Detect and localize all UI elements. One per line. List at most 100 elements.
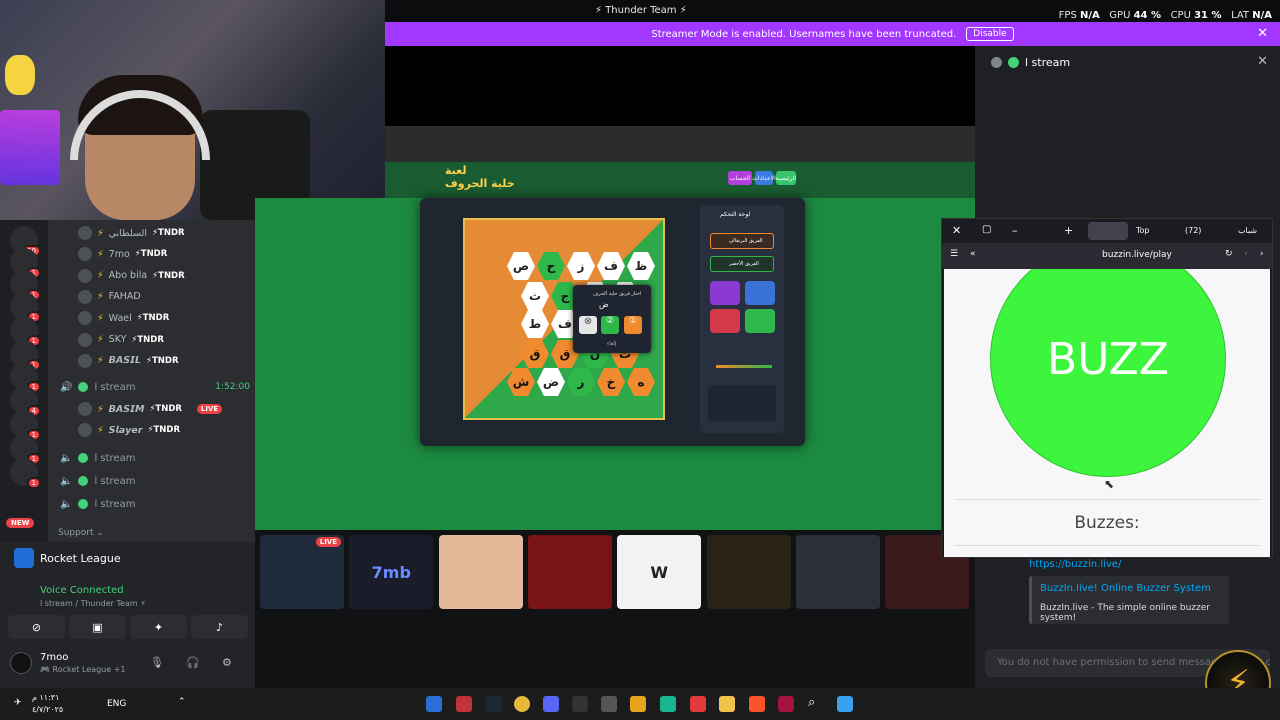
stream-thumbnail[interactable]: W xyxy=(617,535,702,609)
change-letter-button[interactable] xyxy=(745,281,775,305)
brave-taskbar-icon[interactable] xyxy=(749,696,765,712)
embed-title[interactable]: BuzzIn.live! Online Buzzer System xyxy=(1040,583,1211,594)
stream-thumbnail[interactable] xyxy=(438,535,523,609)
search-icon[interactable]: ⌕ xyxy=(808,695,815,710)
gear-icon[interactable]: ⚙ xyxy=(222,656,232,669)
voice-member[interactable]: ⚡ 7mo ⚡TNDR xyxy=(78,245,167,263)
soundboard-icon[interactable]: ♪ xyxy=(191,615,248,639)
avatar[interactable] xyxy=(10,652,32,674)
clock-time[interactable]: ١١:٣١ م xyxy=(32,693,59,702)
close-icon[interactable]: ✕ xyxy=(952,224,961,237)
notepad-taskbar-icon[interactable] xyxy=(601,696,617,712)
network-icon[interactable]: ✈ xyxy=(14,698,22,708)
team-green-choice[interactable]: ② xyxy=(601,316,619,334)
youtube-taskbar-icon[interactable] xyxy=(690,696,706,712)
language-indicator[interactable]: ENG xyxy=(107,699,126,709)
stream-thumbnail[interactable]: 7mb xyxy=(349,535,434,609)
app-taskbar-icon[interactable] xyxy=(630,696,646,712)
tab-top[interactable]: Top xyxy=(1136,226,1150,235)
headphones-icon[interactable]: 🎧 xyxy=(186,656,200,669)
popup-close[interactable]: إلغاء xyxy=(607,341,616,347)
voice-channel-stream[interactable]: 🔊 l stream 1:52:00 xyxy=(60,378,250,396)
hex-cell[interactable]: ط xyxy=(521,310,549,338)
voice-member[interactable]: ⚡ 𝘽𝘼𝙎𝙄𝙈 ⚡TNDR LIVE xyxy=(78,400,223,418)
hex-cell[interactable]: ض xyxy=(537,368,565,396)
explorer-taskbar-icon[interactable] xyxy=(719,696,735,712)
stream-thumbnail[interactable]: LIVE xyxy=(260,535,344,609)
hex-cell[interactable]: ف xyxy=(597,252,625,280)
stream-thumbnail[interactable] xyxy=(527,535,612,609)
hex-cell[interactable]: ز xyxy=(567,252,595,280)
clock-date[interactable]: ٤/٧/٢٠٢٥ xyxy=(32,705,63,714)
windows-start-icon[interactable] xyxy=(837,696,853,712)
activities-icon[interactable]: ✦ xyxy=(130,615,187,639)
new-tab-icon[interactable]: + xyxy=(1064,224,1073,237)
hex-cell[interactable]: ح xyxy=(537,252,565,280)
menu-icon[interactable]: ☰ xyxy=(950,249,958,259)
voice-channel[interactable]: 🔈 l stream xyxy=(60,449,250,467)
team-green[interactable]: الفريق الأخضر xyxy=(710,256,774,272)
camera-off-icon[interactable]: ⊘ xyxy=(8,615,65,639)
voice-member[interactable]: ⚡ FAHAD xyxy=(78,288,146,306)
active-tab[interactable] xyxy=(1088,222,1128,240)
back-icon[interactable]: ‹ xyxy=(1244,249,1248,259)
reload-icon[interactable]: ↻ xyxy=(1225,249,1233,259)
forward-icon[interactable]: › xyxy=(1260,249,1264,259)
header-button-account[interactable]: الحساب xyxy=(728,171,752,185)
team-orange-choice[interactable]: ① xyxy=(624,316,642,334)
url-bar[interactable]: buzzin.live/play xyxy=(1102,250,1172,260)
discord-taskbar-icon[interactable] xyxy=(543,696,559,712)
header-button-home[interactable]: الرئيسية xyxy=(776,171,796,185)
tab-arabic[interactable]: شباب xyxy=(1238,226,1257,235)
hex-cell[interactable]: ش xyxy=(507,368,535,396)
rocket-league-taskbar-icon[interactable] xyxy=(426,696,442,712)
refresh-letters-button[interactable] xyxy=(710,281,740,305)
message-link[interactable]: https://buzzin.live/ xyxy=(1029,559,1121,570)
whatsapp-taskbar-icon[interactable] xyxy=(660,696,676,712)
microphone-icon[interactable]: 🎙 xyxy=(150,656,164,669)
hex-cell[interactable]: ق xyxy=(521,340,549,368)
voice-member[interactable]: ⚡ 𝘽𝘼𝙎𝙄𝙇 ⚡TNDR xyxy=(78,352,179,370)
username[interactable]: 7moo xyxy=(40,652,68,663)
hex-cell[interactable]: ث xyxy=(521,282,549,310)
voice-member[interactable]: ⚡ السلطاني ⚡TNDR xyxy=(78,224,185,242)
close-icon[interactable]: ✕ xyxy=(1257,54,1268,69)
fullscreen-button[interactable] xyxy=(745,309,775,333)
voice-member[interactable]: ⚡ Wael ⚡TNDR xyxy=(78,309,169,327)
header-button-settings[interactable]: الاعدادات xyxy=(752,171,776,185)
obs-taskbar-icon[interactable] xyxy=(456,696,472,712)
hex-cell[interactable]: ظ xyxy=(627,252,655,280)
voice-channel[interactable]: 🔈 l stream xyxy=(60,472,250,490)
hex-cell[interactable]: خ xyxy=(597,368,625,396)
voice-channel-sub[interactable]: l stream / Thunder Team ⚡ xyxy=(40,599,146,608)
team-orange[interactable]: الفريق البرتقالي xyxy=(710,233,774,249)
voice-channel[interactable]: 🔈 l stream xyxy=(60,495,250,513)
back-double-icon[interactable]: « xyxy=(970,249,976,259)
screen-share-icon[interactable]: ▣ xyxy=(69,615,126,639)
activity-title[interactable]: Rocket League xyxy=(40,552,121,565)
steam-taskbar-icon[interactable] xyxy=(486,696,502,712)
capcut-taskbar-icon[interactable] xyxy=(572,696,588,712)
voice-member[interactable]: ⚡ Abo bila ⚡TNDR xyxy=(78,267,185,285)
timer-slider[interactable] xyxy=(716,365,772,368)
server-icon[interactable]: 1 xyxy=(10,458,41,489)
voice-member[interactable]: ⚡ SKY ⚡TNDR xyxy=(78,331,164,349)
stream-thumbnail[interactable] xyxy=(706,535,791,609)
minimize-icon[interactable]: – xyxy=(1012,224,1018,237)
voice-connected-label[interactable]: Voice Connected xyxy=(40,585,124,596)
hex-cell[interactable]: ه xyxy=(627,368,655,396)
cancel-icon[interactable]: ⊗ xyxy=(579,316,597,334)
close-icon[interactable]: ✕ xyxy=(1257,26,1268,41)
stream-thumbnail[interactable] xyxy=(795,535,880,609)
acrobat-taskbar-icon[interactable] xyxy=(778,696,794,712)
tab-youtube[interactable]: (72) xyxy=(1185,226,1201,235)
hex-cell[interactable]: ر xyxy=(567,368,595,396)
maximize-icon[interactable]: ▢ xyxy=(982,224,991,235)
disable-button[interactable]: Disable xyxy=(966,27,1014,41)
hex-cell[interactable]: ص xyxy=(507,252,535,280)
reset-button[interactable] xyxy=(710,309,740,333)
voice-member[interactable]: ⚡ 𝙎𝙡𝙖𝙮𝙚𝙧 ⚡TNDR xyxy=(78,421,180,439)
support-category[interactable]: Support ⌄ xyxy=(58,528,104,538)
chevron-up-icon[interactable]: ⌃ xyxy=(178,697,186,707)
buzz-button[interactable]: BUZZ xyxy=(990,269,1226,477)
